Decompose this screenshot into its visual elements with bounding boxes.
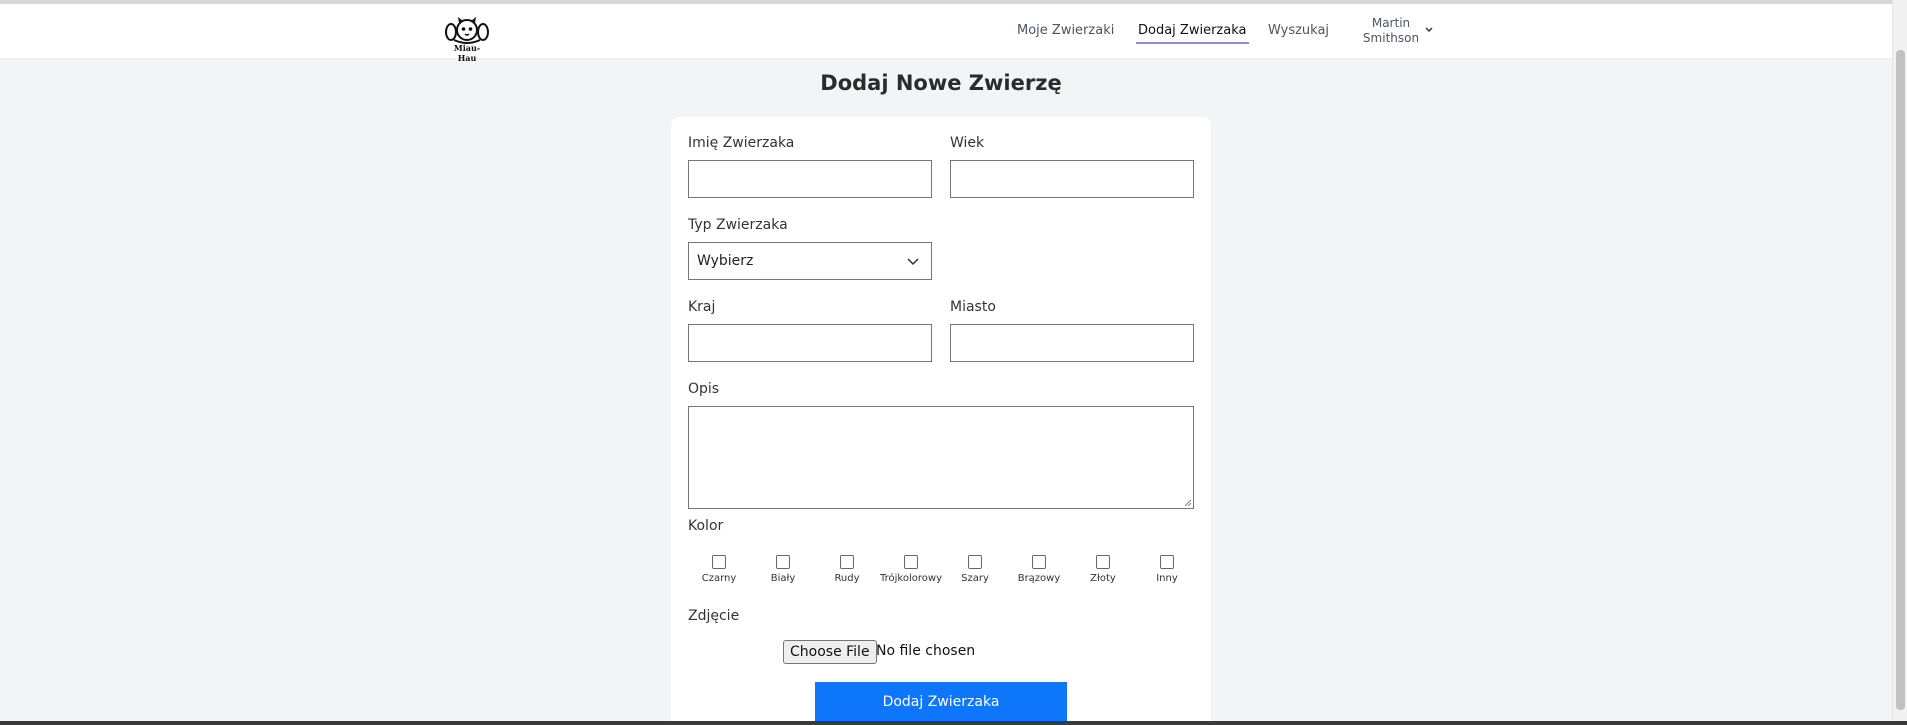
logo[interactable]: Miau-Hau bbox=[445, 14, 489, 63]
cat-dog-logo-icon bbox=[445, 17, 489, 44]
chevron-down-icon bbox=[907, 258, 919, 266]
city-label: Miasto bbox=[950, 299, 996, 315]
navbar: Miau-Hau Moje Zwierzaki Dodaj Zwierzaka … bbox=[0, 4, 1892, 63]
color-option-label: Szary bbox=[961, 573, 989, 584]
color-checkbox-group: Czarny Biały Rudy Trójkolorowy Szary Brą… bbox=[688, 555, 1198, 587]
color-checkbox[interactable] bbox=[968, 555, 982, 569]
color-option-label: Brązowy bbox=[1017, 573, 1061, 584]
color-checkbox[interactable] bbox=[1032, 555, 1046, 569]
age-label: Wiek bbox=[950, 135, 985, 151]
nav-link-add-pet-label: Dodaj Zwierzaka bbox=[1138, 23, 1247, 38]
description-label: Opis bbox=[688, 381, 720, 397]
country-input[interactable] bbox=[688, 324, 932, 362]
pet-type-label: Typ Zwierzaka bbox=[688, 217, 788, 233]
color-option-bialy: Biały bbox=[752, 555, 816, 585]
description-textarea[interactable] bbox=[688, 406, 1194, 509]
logo-text: Miau-Hau bbox=[453, 43, 481, 63]
country-label: Kraj bbox=[688, 299, 716, 315]
color-option-label: Biały bbox=[770, 573, 796, 584]
pet-name-input[interactable] bbox=[688, 160, 932, 198]
page-title: Dodaj Nowe Zwierzę bbox=[820, 71, 1062, 95]
color-checkbox[interactable] bbox=[904, 555, 918, 569]
color-checkbox[interactable] bbox=[1096, 555, 1110, 569]
user-first-name: Martin bbox=[1371, 16, 1411, 30]
add-pet-submit-button[interactable]: Dodaj Zwierzaka bbox=[815, 682, 1067, 722]
scrollbar-thumb[interactable] bbox=[1896, 50, 1905, 710]
nav-link-my-pets[interactable]: Moje Zwierzaki bbox=[1017, 23, 1114, 38]
pet-type-select[interactable]: Wybierz bbox=[688, 242, 932, 280]
color-option-label: Rudy bbox=[834, 573, 860, 584]
color-option-trojkolorowy: Trójkolorowy bbox=[880, 555, 944, 585]
color-checkbox[interactable] bbox=[712, 555, 726, 569]
color-option-szary: Szary bbox=[944, 555, 1008, 585]
age-input[interactable] bbox=[950, 160, 1194, 198]
color-option-label: Złoty bbox=[1090, 573, 1116, 584]
color-checkbox[interactable] bbox=[776, 555, 790, 569]
chevron-down-icon bbox=[1425, 27, 1433, 33]
file-status-text: No file chosen bbox=[876, 643, 976, 659]
active-link-underline bbox=[1136, 42, 1250, 44]
color-option-rudy: Rudy bbox=[816, 555, 880, 585]
pet-name-label: Imię Zwierzaka bbox=[688, 135, 795, 151]
page-scrollbar[interactable] bbox=[1892, 0, 1907, 725]
color-option-inny: Inny bbox=[1136, 555, 1200, 585]
color-option-brazowy: Brązowy bbox=[1008, 555, 1072, 585]
pet-type-selected-value: Wybierz bbox=[697, 253, 754, 269]
taskbar-edge bbox=[0, 721, 1907, 725]
color-option-label: Czarny bbox=[701, 573, 737, 584]
color-option-zloty: Złoty bbox=[1072, 555, 1136, 585]
color-checkbox[interactable] bbox=[1160, 555, 1174, 569]
choose-file-button[interactable]: Choose File bbox=[783, 640, 877, 664]
photo-label: Zdjęcie bbox=[688, 608, 740, 624]
nav-link-add-pet[interactable]: Dodaj Zwierzaka bbox=[1136, 23, 1250, 44]
color-label: Kolor bbox=[688, 518, 724, 534]
nav-link-search[interactable]: Wyszukaj bbox=[1268, 23, 1329, 38]
color-option-czarny: Czarny bbox=[688, 555, 752, 585]
color-checkbox[interactable] bbox=[840, 555, 854, 569]
description-wrapper bbox=[688, 406, 1194, 509]
color-option-label: Trójkolorowy bbox=[880, 573, 942, 584]
user-menu[interactable]: Martin Smithson bbox=[1360, 16, 1436, 48]
user-last-name: Smithson bbox=[1362, 31, 1420, 45]
add-pet-form: Imię Zwierzaka Wiek Typ Zwierzaka Wybier… bbox=[671, 117, 1211, 725]
color-option-label: Inny bbox=[1156, 573, 1178, 584]
page: Miau-Hau Moje Zwierzaki Dodaj Zwierzaka … bbox=[0, 0, 1907, 725]
city-input[interactable] bbox=[950, 324, 1194, 362]
resize-grip-icon[interactable] bbox=[1184, 499, 1192, 507]
